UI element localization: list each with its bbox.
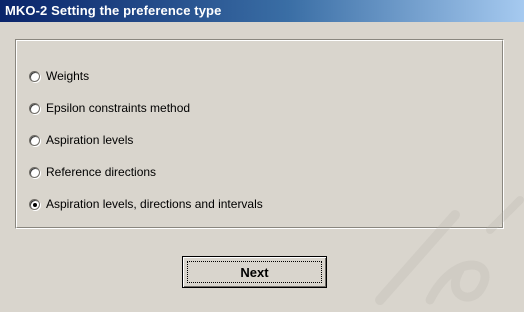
radio-option-epsilon-constraints[interactable]: Epsilon constraints method: [29, 100, 190, 116]
radio-button-reference-directions[interactable]: [29, 166, 40, 178]
radio-label-aspiration-levels: Aspiration levels: [46, 133, 134, 147]
radio-label-weights: Weights: [46, 69, 90, 83]
radio-option-aspiration-directions-intervals[interactable]: Aspiration levels, directions and interv…: [29, 196, 263, 212]
window-title: MKO-2 Setting the preference type: [5, 3, 222, 18]
radio-button-epsilon-constraints[interactable]: [29, 102, 40, 114]
next-button-label: Next: [240, 264, 269, 280]
title-bar[interactable]: MKO-2 Setting the preference type: [0, 0, 524, 22]
radio-option-aspiration-levels[interactable]: Aspiration levels: [29, 132, 133, 148]
radio-button-aspiration-directions-intervals[interactable]: [29, 198, 40, 210]
radio-label-aspiration-directions-intervals: Aspiration levels, directions and interv…: [46, 197, 263, 211]
next-button[interactable]: Next: [182, 256, 327, 288]
radio-label-epsilon-constraints: Epsilon constraints method: [46, 101, 191, 115]
radio-label-reference-directions: Reference directions: [46, 165, 157, 179]
radio-option-weights[interactable]: Weights: [29, 68, 89, 84]
radio-button-weights[interactable]: [29, 70, 40, 82]
dialog-window: MKO-2 Setting the preference type Weight…: [0, 0, 524, 312]
radio-button-aspiration-levels[interactable]: [29, 134, 40, 146]
radio-option-reference-directions[interactable]: Reference directions: [29, 164, 156, 180]
